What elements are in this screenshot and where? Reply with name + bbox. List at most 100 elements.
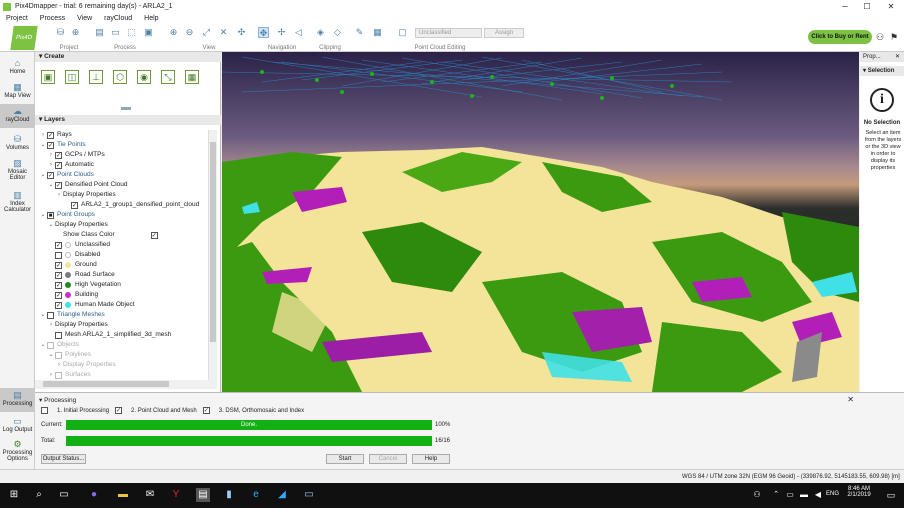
layer-checkbox[interactable]: ✓: [55, 151, 62, 159]
layer-row[interactable]: ✓ High Vegetation: [47, 280, 121, 290]
layers-hscrollbar[interactable]: [35, 380, 217, 389]
select-poly-icon[interactable]: ▢: [397, 27, 408, 38]
clip-box-icon[interactable]: ◈: [315, 27, 326, 38]
notes-icon[interactable]: ▮: [222, 488, 236, 502]
expand-arrow-icon[interactable]: ⌄: [39, 310, 47, 320]
open-project-icon[interactable]: ⛁: [55, 27, 66, 38]
edge-icon[interactable]: e: [249, 488, 263, 502]
expand-arrow-icon[interactable]: ⌄: [39, 210, 47, 220]
show-class-color-checkbox[interactable]: ✓: [150, 231, 158, 239]
expand-arrow-icon[interactable]: ›: [47, 320, 55, 330]
step3-checkbox[interactable]: ✓: [202, 407, 210, 414]
layer-row[interactable]: ✓ Road Surface: [47, 270, 115, 280]
globe-icon[interactable]: ⊕: [70, 27, 81, 38]
fly-icon[interactable]: ◁: [293, 27, 304, 38]
remote-desktop-icon[interactable]: ▭: [302, 488, 316, 502]
selection-header[interactable]: ▾ Selection: [860, 66, 904, 76]
layer-checkbox[interactable]: ✓: [55, 241, 62, 249]
language-indicator[interactable]: ENG: [826, 491, 839, 497]
menu-view[interactable]: View: [71, 15, 98, 22]
layer-row[interactable]: ✓ ARLA2_1_group1_densified_point_cloud: [63, 200, 199, 210]
expand-arrow-icon[interactable]: ⌄: [47, 350, 55, 360]
layer-row[interactable]: ⌄ Display Properties: [47, 220, 107, 230]
battery-icon[interactable]: ▭: [783, 488, 797, 502]
nav-map-view[interactable]: ▦ Map View: [0, 82, 35, 99]
search-icon[interactable]: ⌕: [32, 488, 46, 502]
axes-icon[interactable]: ✣: [236, 27, 247, 38]
assign-button[interactable]: Assign: [484, 28, 524, 38]
notifications-icon[interactable]: ▭: [884, 488, 898, 502]
create-grid-icon[interactable]: ▦: [185, 70, 199, 84]
nav-volumes[interactable]: ⛁ Volumes: [0, 134, 35, 151]
layer-row[interactable]: › ✓ Automatic: [47, 160, 94, 170]
layer-row[interactable]: ⌄ Triangle Meshes: [39, 310, 105, 320]
layer-checkbox[interactable]: ✓: [55, 301, 62, 309]
zoom-in-icon[interactable]: ⊕: [168, 27, 179, 38]
menu-process[interactable]: Process: [34, 15, 71, 22]
step2-checkbox[interactable]: ✓: [115, 407, 123, 414]
expand-arrow-icon[interactable]: ⌄: [39, 340, 47, 350]
start-button[interactable]: Start: [326, 454, 364, 464]
create-polyline-icon[interactable]: ⊥: [89, 70, 103, 84]
zoom-extent-icon[interactable]: ⤢: [201, 27, 212, 38]
layer-checkbox[interactable]: ✓: [55, 281, 62, 289]
layer-checkbox[interactable]: [47, 341, 54, 349]
layer-checkbox[interactable]: [55, 351, 62, 359]
layer-row[interactable]: ⌄ Objects: [39, 340, 79, 350]
layer-row[interactable]: Disabled: [47, 250, 100, 260]
expand-arrow-icon[interactable]: ›: [47, 150, 55, 160]
expand-arrow-icon[interactable]: ›: [55, 360, 63, 370]
layer-checkbox[interactable]: [47, 311, 54, 319]
layer-row[interactable]: › Display Properties: [55, 360, 116, 370]
layers-header[interactable]: ▾ Layers: [35, 115, 221, 125]
volume-icon[interactable]: ◀: [811, 488, 825, 502]
layer-row[interactable]: ⌄ ✓ Point Clouds: [39, 170, 94, 180]
nav-processing[interactable]: ▤ Processing: [0, 388, 35, 412]
cortana-icon[interactable]: ●: [87, 488, 101, 502]
layer-checkbox[interactable]: ✓: [55, 261, 62, 269]
expand-arrow-icon[interactable]: ⌄: [39, 140, 47, 150]
nav-home[interactable]: ⌂ Home: [0, 58, 35, 75]
layer-checkbox[interactable]: ✓: [47, 131, 54, 139]
processing-header[interactable]: ▾ Processing: [39, 396, 76, 404]
close-icon[interactable]: ✕: [847, 395, 854, 404]
minimize-icon[interactable]: ─: [834, 0, 856, 13]
layer-checkbox[interactable]: [55, 331, 62, 339]
splitter-handle[interactable]: [121, 107, 131, 110]
nav-mosaic-editor[interactable]: ▨ Mosaic Editor: [0, 158, 35, 181]
layer-checkbox[interactable]: ✓: [55, 271, 62, 279]
orbit-icon[interactable]: ✥: [258, 27, 269, 38]
clock[interactable]: 8:46 AM 2/1/2019: [846, 486, 872, 498]
step1-checkbox[interactable]: [41, 407, 48, 414]
class-combo[interactable]: Unclassified: [415, 28, 482, 38]
layer-row[interactable]: ⌄ ■ Point Groups: [39, 210, 95, 220]
create-volume-icon[interactable]: ⬡: [113, 70, 127, 84]
create-header[interactable]: ▾ Create: [35, 52, 221, 62]
clip-edit-icon[interactable]: ◇: [332, 27, 343, 38]
layers-vscrollbar[interactable]: [208, 130, 217, 380]
expand-arrow-icon[interactable]: ›: [39, 130, 47, 140]
expand-arrow-icon[interactable]: ›: [47, 160, 55, 170]
pix4d-taskbar-icon[interactable]: ▤: [196, 488, 210, 502]
properties-tab[interactable]: Prop... ✕: [860, 52, 904, 62]
task-view-icon[interactable]: ▭: [57, 488, 71, 502]
menu-project[interactable]: Project: [0, 15, 34, 22]
buy-button[interactable]: Click to Buy or Rent: [808, 30, 872, 44]
layer-checkbox[interactable]: ✓: [55, 291, 62, 299]
layer-checkbox[interactable]: ✓: [55, 161, 62, 169]
file-explorer-icon[interactable]: ▬: [116, 488, 130, 502]
layer-checkbox[interactable]: ■: [47, 211, 54, 219]
layer-checkbox[interactable]: [55, 251, 62, 259]
layer-row[interactable]: ✓ Human Made Object: [47, 300, 135, 310]
create-line-icon[interactable]: ⤡: [161, 70, 175, 84]
new-doc-icon[interactable]: ▤: [94, 27, 105, 38]
nav-raycloud[interactable]: ☁ rayCloud: [0, 104, 35, 128]
nav-processing-options[interactable]: ⚙ Processing Options: [0, 439, 35, 462]
close-icon[interactable]: ✕: [880, 0, 902, 13]
layer-row[interactable]: › Display Properties: [47, 320, 108, 330]
expand-arrow-icon[interactable]: ⌄: [47, 180, 55, 190]
expand-arrow-icon[interactable]: ›: [55, 190, 63, 200]
layer-row[interactable]: ✓ Unclassified: [47, 240, 110, 250]
yandex-icon[interactable]: Y: [169, 488, 183, 502]
raycloud-3d-view[interactable]: [222, 52, 859, 392]
